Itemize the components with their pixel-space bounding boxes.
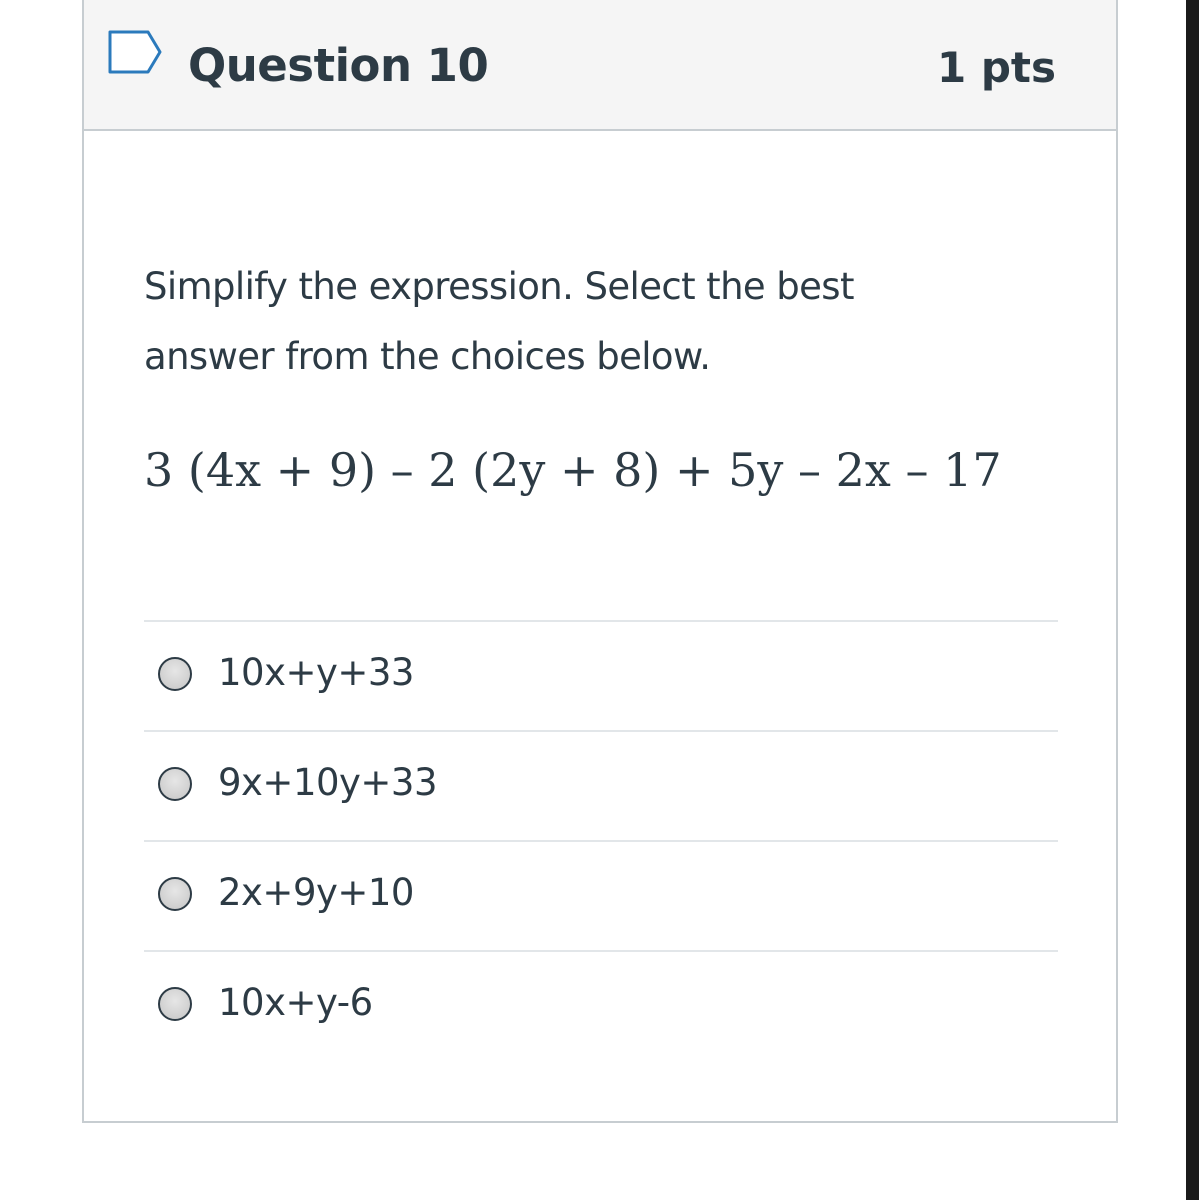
- answer-option[interactable]: 2x+9y+10: [144, 840, 1058, 950]
- answer-label: 9x+10y+33: [218, 761, 438, 804]
- radio-button[interactable]: [158, 657, 192, 691]
- math-expression: 3 (4x + 9) – 2 (2y + 8) + 5y – 2x – 17: [144, 443, 1002, 497]
- radio-button[interactable]: [158, 877, 192, 911]
- answer-option[interactable]: 10x+y+33: [144, 620, 1058, 730]
- answer-label: 10x+y+33: [218, 651, 414, 694]
- answer-label: 10x+y-6: [218, 981, 373, 1024]
- flag-outline-icon[interactable]: [108, 30, 164, 78]
- question-prompt: Simplify the expression. Select the best…: [144, 265, 855, 378]
- answer-label: 2x+9y+10: [218, 871, 414, 914]
- answer-option[interactable]: 10x+y-6: [144, 950, 1058, 1060]
- radio-button[interactable]: [158, 987, 192, 1021]
- screen-edge: [1186, 0, 1199, 1200]
- question-header: Question 10 1 pts: [84, 0, 1116, 131]
- question-title: Question 10: [188, 39, 489, 92]
- question-card: Question 10 1 pts Simplify the expressio…: [82, 0, 1118, 1123]
- answer-option[interactable]: 9x+10y+33: [144, 730, 1058, 840]
- answer-list: 10x+y+33 9x+10y+33 2x+9y+10 10x+y-6: [144, 620, 1058, 1060]
- question-points: 1 pts: [937, 43, 1056, 92]
- radio-button[interactable]: [158, 767, 192, 801]
